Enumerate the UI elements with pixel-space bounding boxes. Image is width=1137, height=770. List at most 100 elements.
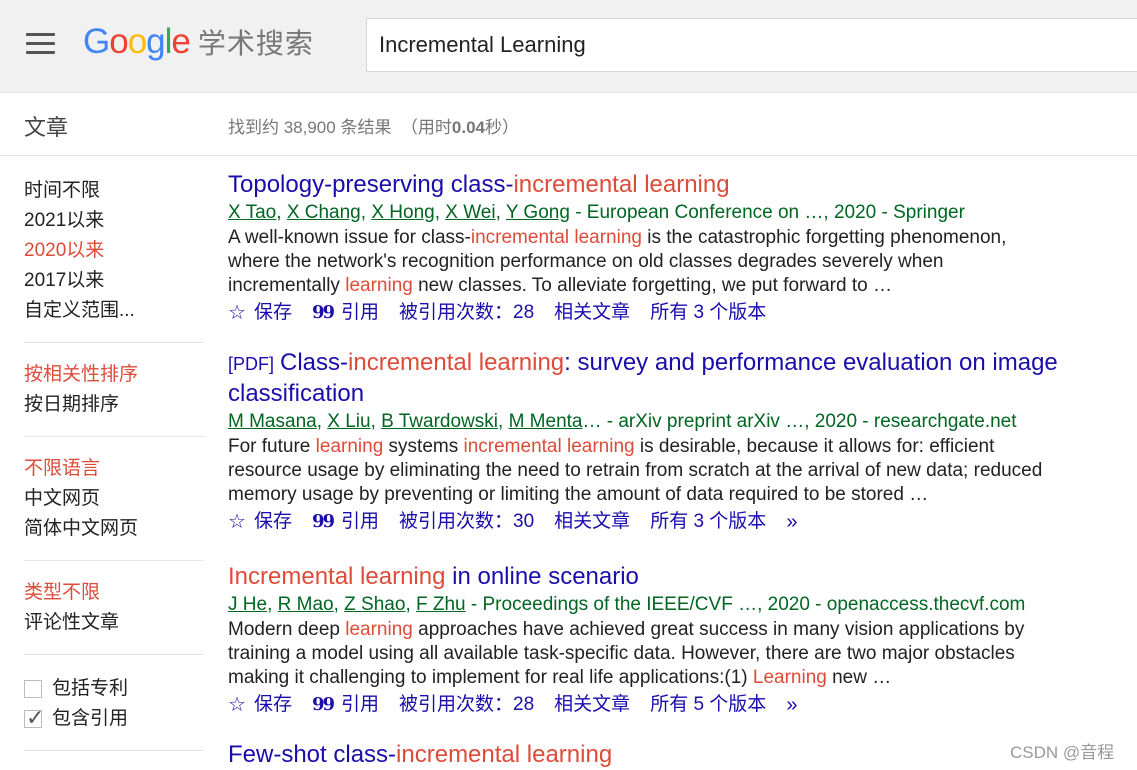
- cited-by-link[interactable]: 被引用次数：30: [399, 507, 534, 537]
- time-filter-item-3[interactable]: 2017以来: [24, 266, 204, 296]
- cited-by-link[interactable]: 被引用次数：28: [399, 298, 534, 328]
- author-link[interactable]: X Wei: [445, 202, 495, 223]
- divider: [24, 560, 204, 561]
- type-item-1[interactable]: 评论性文章: [24, 608, 204, 638]
- google-scholar-logo[interactable]: Google 学术搜索: [83, 22, 314, 62]
- snippet-highlight: incremental learning: [463, 436, 635, 457]
- language-item-0[interactable]: 不限语言: [24, 454, 204, 484]
- save-button[interactable]: ☆ 保存: [228, 507, 292, 537]
- result-snippet: A well-known issue for class-incremental…: [228, 226, 1048, 298]
- author-link[interactable]: X Hong: [371, 202, 434, 223]
- cited-by-link[interactable]: 被引用次数：28: [399, 690, 534, 720]
- time-filter-item-1[interactable]: 2021以来: [24, 206, 204, 236]
- snippet-highlight: Learning: [752, 667, 827, 688]
- quote-icon: 99: [311, 694, 335, 715]
- menu-icon[interactable]: [26, 33, 55, 55]
- result-title-link[interactable]: Topology-preserving class-incremental le…: [228, 170, 1128, 200]
- top-bar: Google 学术搜索: [0, 0, 1137, 93]
- all-versions-link[interactable]: 所有 5 个版本: [650, 690, 766, 720]
- cite-button-label: 引用: [341, 694, 380, 715]
- author-link[interactable]: M Masana: [228, 411, 317, 432]
- cite-button[interactable]: 99 引用: [312, 298, 379, 328]
- divider: [24, 654, 204, 655]
- result-snippet: Modern deep learning approaches have ach…: [228, 618, 1048, 690]
- title-highlight: Incremental learning: [228, 563, 446, 590]
- title-highlight: incremental learning: [513, 171, 730, 198]
- cite-button-label: 引用: [341, 511, 380, 532]
- type-item-0[interactable]: 类型不限: [24, 578, 204, 608]
- search-box[interactable]: [366, 18, 1137, 72]
- cite-button[interactable]: 99 引用: [312, 507, 379, 537]
- section-title: 文章: [24, 115, 69, 140]
- result-title-link[interactable]: Few-shot class-incremental learning: [228, 740, 1128, 770]
- save-button[interactable]: ☆ 保存: [228, 298, 292, 328]
- result-actions: ☆ 保存 99 引用 被引用次数：28 相关文章 所有 5 个版本 »: [228, 690, 1128, 720]
- language-item-2[interactable]: 简体中文网页: [24, 514, 204, 544]
- star-icon: ☆: [228, 511, 246, 533]
- title-text: Few-shot class-: [228, 741, 397, 768]
- result-title-link[interactable]: [PDF] Class-incremental learning: survey …: [228, 348, 1128, 409]
- section-bar: 文章 找到约 38,900 条结果 （用时0.04秒）: [0, 93, 1137, 156]
- save-button[interactable]: ☆ 保存: [228, 690, 292, 720]
- author-link[interactable]: X Liu: [327, 411, 370, 432]
- sort-group: 按相关性排序 按日期排序: [24, 360, 204, 420]
- author-link[interactable]: R Mao: [278, 594, 334, 615]
- related-articles-link[interactable]: 相关文章: [554, 298, 630, 328]
- title-highlight: incremental learning: [396, 741, 613, 768]
- watermark: CSDN @音程: [1010, 743, 1115, 762]
- cited-by-link-label: 被引用次数：30: [399, 511, 535, 532]
- title-text: Topology-preserving class-: [228, 171, 514, 198]
- title-text: Class-: [280, 349, 349, 376]
- type-group: 类型不限 评论性文章: [24, 578, 204, 638]
- result-actions: ☆ 保存 99 引用 被引用次数：30 相关文章 所有 3 个版本 »: [228, 507, 1128, 537]
- double-chevron-icon: »: [786, 694, 798, 716]
- title-highlight: incremental learning: [348, 349, 565, 376]
- save-button-label: 保存: [253, 511, 292, 532]
- save-button-label: 保存: [253, 694, 292, 715]
- cite-button[interactable]: 99 引用: [312, 690, 379, 720]
- result-title-link[interactable]: Incremental learning in online scenario: [228, 562, 1128, 592]
- related-articles-link[interactable]: 相关文章: [554, 690, 630, 720]
- search-input[interactable]: [367, 19, 1131, 71]
- double-chevron-icon: »: [786, 511, 798, 533]
- more-button[interactable]: »: [786, 507, 805, 537]
- sort-item-1[interactable]: 按日期排序: [24, 390, 204, 420]
- related-articles-link[interactable]: 相关文章: [554, 507, 630, 537]
- cite-button-label: 引用: [341, 302, 380, 323]
- language-item-1[interactable]: 中文网页: [24, 484, 204, 514]
- author-link[interactable]: M Menta: [509, 411, 583, 432]
- time-filter-item-4[interactable]: 自定义范围...: [24, 296, 204, 326]
- time-filter-item-2[interactable]: 2020以来: [24, 236, 204, 266]
- snippet-text: systems: [383, 436, 464, 457]
- time-filter-item-0[interactable]: 时间不限: [24, 176, 204, 206]
- search-result: Incremental learning in online scenario J…: [228, 562, 1128, 720]
- all-versions-link[interactable]: 所有 3 个版本: [650, 507, 766, 537]
- checkbox-icon[interactable]: [24, 680, 42, 698]
- checkbox-icon[interactable]: [24, 703, 44, 733]
- author-link[interactable]: X Chang: [287, 202, 361, 223]
- all-versions-link[interactable]: 所有 3 个版本: [650, 298, 766, 328]
- divider: [24, 342, 204, 343]
- snippet-text: new classes. To alleviate forgetting, we…: [412, 275, 892, 296]
- title-text: in online scenario: [445, 563, 639, 590]
- all-versions-link-label: 所有 3 个版本: [650, 302, 767, 323]
- include-citations-checkbox[interactable]: 包含引用: [24, 703, 204, 734]
- author-link[interactable]: X Tao: [228, 202, 276, 223]
- snippet-text: new …: [826, 667, 892, 688]
- cited-by-link-label: 被引用次数：28: [399, 694, 535, 715]
- save-button-label: 保存: [253, 302, 292, 323]
- sort-item-0[interactable]: 按相关性排序: [24, 360, 204, 390]
- author-link[interactable]: Z Shao: [344, 594, 405, 615]
- pdf-tag[interactable]: [PDF]: [228, 354, 274, 374]
- checkbox-group: 包括专利 包含引用: [24, 674, 204, 734]
- author-link[interactable]: F Zhu: [416, 594, 466, 615]
- author-link[interactable]: J He: [228, 594, 267, 615]
- author-link[interactable]: B Twardowski: [381, 411, 498, 432]
- author-link[interactable]: Y Gong: [506, 202, 570, 223]
- related-articles-link-label: 相关文章: [554, 694, 631, 715]
- divider: [24, 750, 204, 751]
- search-result: Topology-preserving class-incremental le…: [228, 170, 1128, 328]
- more-button[interactable]: »: [786, 690, 805, 720]
- include-patents-checkbox[interactable]: 包括专利: [24, 674, 204, 704]
- search-result: [PDF] Class-incremental learning: survey …: [228, 348, 1128, 537]
